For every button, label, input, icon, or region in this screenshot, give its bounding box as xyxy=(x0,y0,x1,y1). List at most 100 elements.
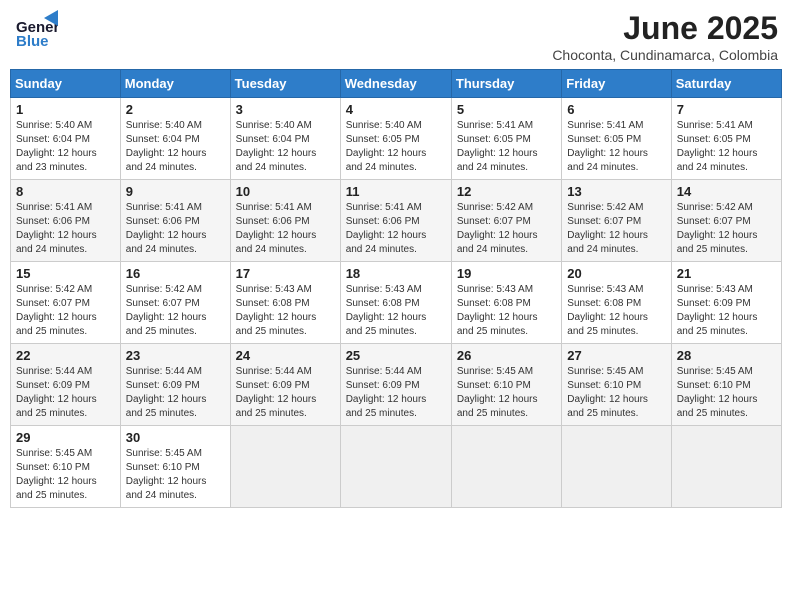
calendar-cell: 8 Sunrise: 5:41 AMSunset: 6:06 PMDayligh… xyxy=(11,180,121,262)
cell-info: Sunrise: 5:45 AMSunset: 6:10 PMDaylight:… xyxy=(126,448,207,501)
calendar-cell: 7 Sunrise: 5:41 AMSunset: 6:05 PMDayligh… xyxy=(671,98,781,180)
day-number: 24 xyxy=(236,348,335,363)
cell-info: Sunrise: 5:42 AMSunset: 6:07 PMDaylight:… xyxy=(567,202,648,255)
day-number: 16 xyxy=(126,266,225,281)
day-number: 28 xyxy=(677,348,776,363)
cell-info: Sunrise: 5:43 AMSunset: 6:08 PMDaylight:… xyxy=(236,284,317,337)
calendar-cell: 2 Sunrise: 5:40 AMSunset: 6:04 PMDayligh… xyxy=(120,98,230,180)
day-number: 2 xyxy=(126,102,225,117)
calendar-cell: 23 Sunrise: 5:44 AMSunset: 6:09 PMDaylig… xyxy=(120,344,230,426)
calendar-cell: 20 Sunrise: 5:43 AMSunset: 6:08 PMDaylig… xyxy=(562,262,671,344)
calendar-cell: 6 Sunrise: 5:41 AMSunset: 6:05 PMDayligh… xyxy=(562,98,671,180)
cell-info: Sunrise: 5:43 AMSunset: 6:08 PMDaylight:… xyxy=(346,284,427,337)
calendar-cell: 13 Sunrise: 5:42 AMSunset: 6:07 PMDaylig… xyxy=(562,180,671,262)
day-number: 9 xyxy=(126,184,225,199)
cell-info: Sunrise: 5:44 AMSunset: 6:09 PMDaylight:… xyxy=(16,366,97,419)
day-number: 3 xyxy=(236,102,335,117)
calendar-cell: 19 Sunrise: 5:43 AMSunset: 6:08 PMDaylig… xyxy=(451,262,561,344)
cell-info: Sunrise: 5:41 AMSunset: 6:06 PMDaylight:… xyxy=(236,202,317,255)
calendar-cell: 14 Sunrise: 5:42 AMSunset: 6:07 PMDaylig… xyxy=(671,180,781,262)
cell-info: Sunrise: 5:43 AMSunset: 6:09 PMDaylight:… xyxy=(677,284,758,337)
calendar-cell: 15 Sunrise: 5:42 AMSunset: 6:07 PMDaylig… xyxy=(11,262,121,344)
location-title: Choconta, Cundinamarca, Colombia xyxy=(552,47,778,63)
cell-info: Sunrise: 5:44 AMSunset: 6:09 PMDaylight:… xyxy=(126,366,207,419)
weekday-header-friday: Friday xyxy=(562,70,671,98)
day-number: 25 xyxy=(346,348,446,363)
cell-info: Sunrise: 5:41 AMSunset: 6:06 PMDaylight:… xyxy=(16,202,97,255)
day-number: 7 xyxy=(677,102,776,117)
calendar-cell xyxy=(671,426,781,508)
calendar-cell xyxy=(562,426,671,508)
calendar-cell xyxy=(230,426,340,508)
calendar-cell: 25 Sunrise: 5:44 AMSunset: 6:09 PMDaylig… xyxy=(340,344,451,426)
day-number: 1 xyxy=(16,102,115,117)
cell-info: Sunrise: 5:42 AMSunset: 6:07 PMDaylight:… xyxy=(677,202,758,255)
cell-info: Sunrise: 5:45 AMSunset: 6:10 PMDaylight:… xyxy=(16,448,97,501)
cell-info: Sunrise: 5:43 AMSunset: 6:08 PMDaylight:… xyxy=(457,284,538,337)
calendar-cell: 1 Sunrise: 5:40 AMSunset: 6:04 PMDayligh… xyxy=(11,98,121,180)
calendar-cell: 12 Sunrise: 5:42 AMSunset: 6:07 PMDaylig… xyxy=(451,180,561,262)
day-number: 13 xyxy=(567,184,665,199)
cell-info: Sunrise: 5:44 AMSunset: 6:09 PMDaylight:… xyxy=(346,366,427,419)
calendar-table: SundayMondayTuesdayWednesdayThursdayFrid… xyxy=(10,69,782,508)
calendar-week-5: 29 Sunrise: 5:45 AMSunset: 6:10 PMDaylig… xyxy=(11,426,782,508)
calendar-cell: 18 Sunrise: 5:43 AMSunset: 6:08 PMDaylig… xyxy=(340,262,451,344)
cell-info: Sunrise: 5:41 AMSunset: 6:06 PMDaylight:… xyxy=(346,202,427,255)
cell-info: Sunrise: 5:42 AMSunset: 6:07 PMDaylight:… xyxy=(16,284,97,337)
weekday-header-row: SundayMondayTuesdayWednesdayThursdayFrid… xyxy=(11,70,782,98)
calendar-week-3: 15 Sunrise: 5:42 AMSunset: 6:07 PMDaylig… xyxy=(11,262,782,344)
day-number: 27 xyxy=(567,348,665,363)
calendar-cell: 16 Sunrise: 5:42 AMSunset: 6:07 PMDaylig… xyxy=(120,262,230,344)
cell-info: Sunrise: 5:42 AMSunset: 6:07 PMDaylight:… xyxy=(126,284,207,337)
day-number: 11 xyxy=(346,184,446,199)
day-number: 29 xyxy=(16,430,115,445)
cell-info: Sunrise: 5:45 AMSunset: 6:10 PMDaylight:… xyxy=(677,366,758,419)
day-number: 5 xyxy=(457,102,556,117)
day-number: 14 xyxy=(677,184,776,199)
weekday-header-saturday: Saturday xyxy=(671,70,781,98)
calendar-cell xyxy=(451,426,561,508)
month-title: June 2025 xyxy=(552,10,778,47)
day-number: 6 xyxy=(567,102,665,117)
cell-info: Sunrise: 5:45 AMSunset: 6:10 PMDaylight:… xyxy=(567,366,648,419)
day-number: 22 xyxy=(16,348,115,363)
calendar-cell: 27 Sunrise: 5:45 AMSunset: 6:10 PMDaylig… xyxy=(562,344,671,426)
weekday-header-wednesday: Wednesday xyxy=(340,70,451,98)
cell-info: Sunrise: 5:41 AMSunset: 6:06 PMDaylight:… xyxy=(126,202,207,255)
weekday-header-sunday: Sunday xyxy=(11,70,121,98)
day-number: 4 xyxy=(346,102,446,117)
cell-info: Sunrise: 5:41 AMSunset: 6:05 PMDaylight:… xyxy=(677,120,758,173)
cell-info: Sunrise: 5:44 AMSunset: 6:09 PMDaylight:… xyxy=(236,366,317,419)
calendar-week-1: 1 Sunrise: 5:40 AMSunset: 6:04 PMDayligh… xyxy=(11,98,782,180)
calendar-cell: 26 Sunrise: 5:45 AMSunset: 6:10 PMDaylig… xyxy=(451,344,561,426)
day-number: 23 xyxy=(126,348,225,363)
weekday-header-thursday: Thursday xyxy=(451,70,561,98)
calendar-cell: 11 Sunrise: 5:41 AMSunset: 6:06 PMDaylig… xyxy=(340,180,451,262)
calendar-cell: 28 Sunrise: 5:45 AMSunset: 6:10 PMDaylig… xyxy=(671,344,781,426)
page-header: General Blue June 2025 Choconta, Cundina… xyxy=(10,10,782,63)
cell-info: Sunrise: 5:40 AMSunset: 6:05 PMDaylight:… xyxy=(346,120,427,173)
calendar-cell: 10 Sunrise: 5:41 AMSunset: 6:06 PMDaylig… xyxy=(230,180,340,262)
title-block: June 2025 Choconta, Cundinamarca, Colomb… xyxy=(552,10,778,63)
calendar-week-2: 8 Sunrise: 5:41 AMSunset: 6:06 PMDayligh… xyxy=(11,180,782,262)
calendar-cell: 21 Sunrise: 5:43 AMSunset: 6:09 PMDaylig… xyxy=(671,262,781,344)
calendar-cell: 22 Sunrise: 5:44 AMSunset: 6:09 PMDaylig… xyxy=(11,344,121,426)
calendar-week-4: 22 Sunrise: 5:44 AMSunset: 6:09 PMDaylig… xyxy=(11,344,782,426)
cell-info: Sunrise: 5:40 AMSunset: 6:04 PMDaylight:… xyxy=(236,120,317,173)
cell-info: Sunrise: 5:45 AMSunset: 6:10 PMDaylight:… xyxy=(457,366,538,419)
calendar-cell: 9 Sunrise: 5:41 AMSunset: 6:06 PMDayligh… xyxy=(120,180,230,262)
weekday-header-tuesday: Tuesday xyxy=(230,70,340,98)
cell-info: Sunrise: 5:43 AMSunset: 6:08 PMDaylight:… xyxy=(567,284,648,337)
cell-info: Sunrise: 5:40 AMSunset: 6:04 PMDaylight:… xyxy=(126,120,207,173)
svg-text:Blue: Blue xyxy=(16,33,49,50)
weekday-header-monday: Monday xyxy=(120,70,230,98)
day-number: 30 xyxy=(126,430,225,445)
day-number: 20 xyxy=(567,266,665,281)
calendar-cell: 24 Sunrise: 5:44 AMSunset: 6:09 PMDaylig… xyxy=(230,344,340,426)
day-number: 19 xyxy=(457,266,556,281)
day-number: 10 xyxy=(236,184,335,199)
calendar-cell: 29 Sunrise: 5:45 AMSunset: 6:10 PMDaylig… xyxy=(11,426,121,508)
cell-info: Sunrise: 5:41 AMSunset: 6:05 PMDaylight:… xyxy=(567,120,648,173)
day-number: 18 xyxy=(346,266,446,281)
logo: General Blue xyxy=(14,10,58,50)
